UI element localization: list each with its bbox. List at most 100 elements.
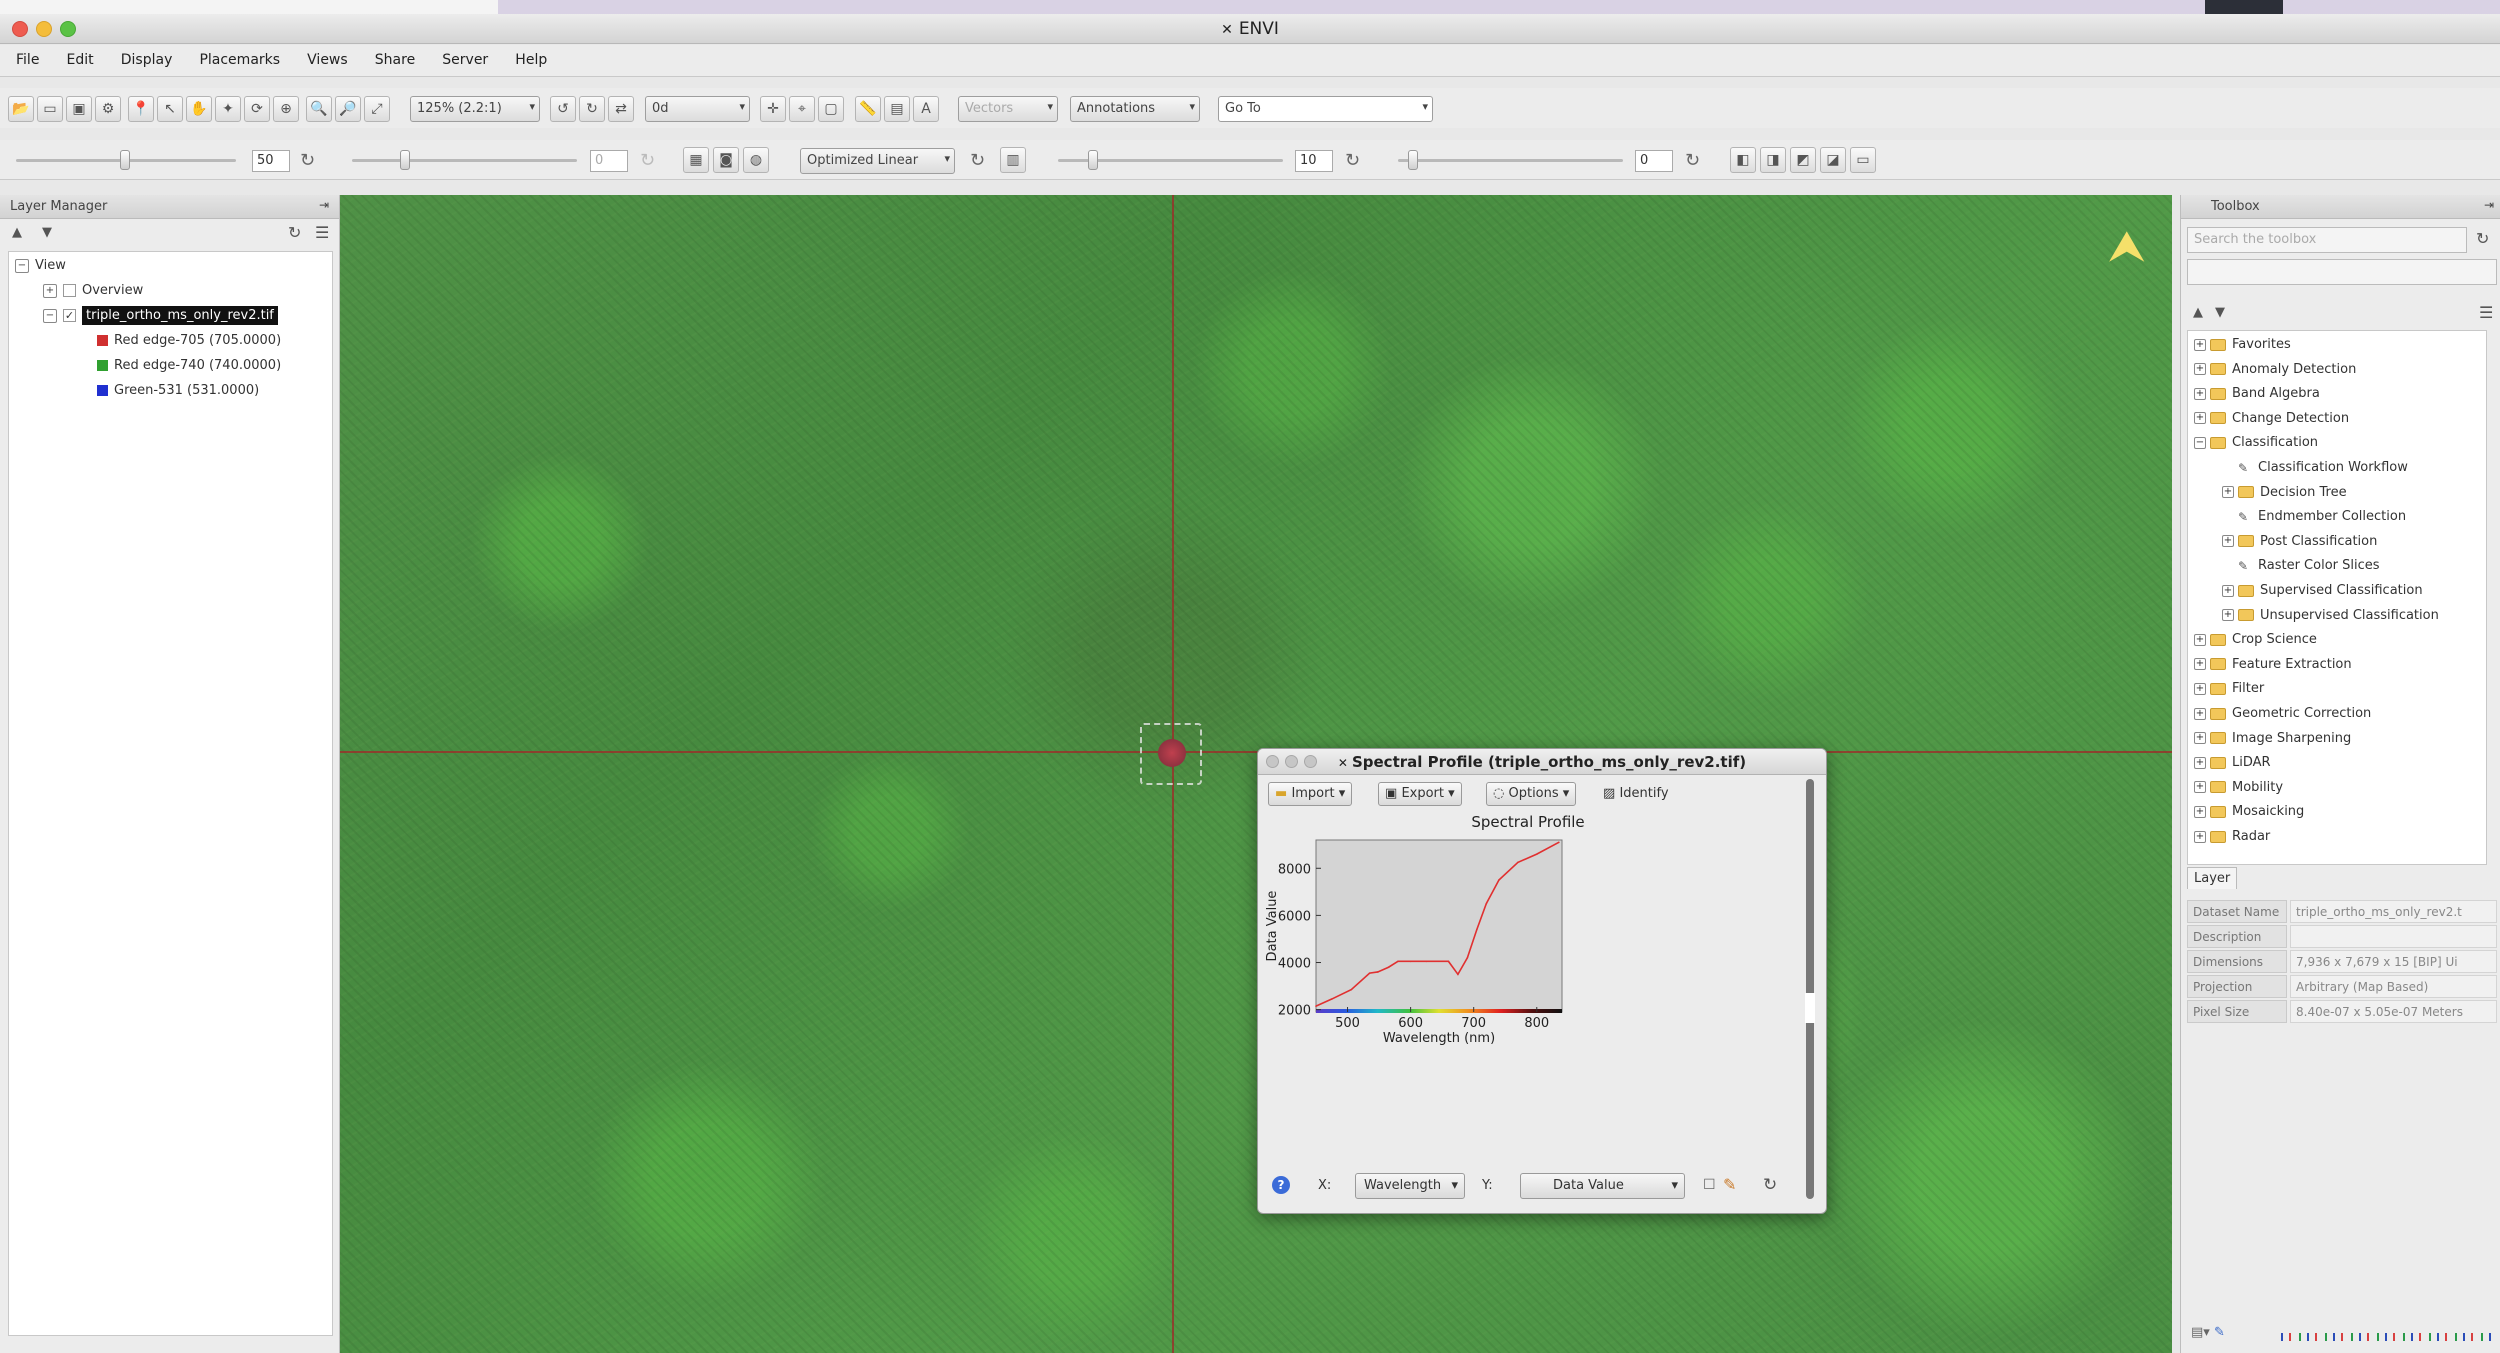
menu-placemarks[interactable]: Placemarks — [199, 45, 280, 68]
collapse-icon[interactable]: − — [15, 258, 29, 273]
toolbox-item[interactable]: + Decision Tree — [2222, 485, 2347, 507]
cursor-value-icon[interactable]: ⌖ — [789, 96, 815, 122]
property-value[interactable]: Arbitrary (Map Based) — [2290, 975, 2497, 998]
expand-icon[interactable]: + — [2194, 830, 2206, 843]
collapse-icon[interactable]: − — [2194, 436, 2206, 449]
new-layer-icon[interactable]: ▭ — [37, 96, 63, 122]
toolbox-item[interactable]: + Anomaly Detection — [2194, 362, 2356, 384]
menu-edit[interactable]: Edit — [67, 45, 94, 68]
spectral-chart[interactable]: 500 600 700 800 2000 4000 6000 8000 Wavelength (… — [1258, 829, 1803, 1169]
zoom-fixed-icon[interactable]: ⊕ — [273, 96, 299, 122]
display-tool-icon-3[interactable]: ◩ — [1790, 147, 1816, 173]
image-view[interactable]: ⮝ ✕ Spectral Profile (triple_ortho_ms_onl… — [340, 195, 2172, 1353]
stretch-reset-icon[interactable]: ↻ — [970, 150, 985, 171]
checkbox[interactable] — [63, 284, 76, 297]
plot-area[interactable] — [1315, 839, 1563, 1013]
rotation-combo[interactable]: 0d ▾ — [645, 96, 750, 122]
goto-input[interactable]: Go To ▾ — [1218, 96, 1433, 122]
expand-icon[interactable]: + — [2222, 584, 2234, 597]
menu-file[interactable]: File — [16, 45, 39, 68]
sharpen-value[interactable]: 10 — [1295, 150, 1333, 172]
toolbox-item[interactable]: + Mobility — [2194, 780, 2283, 802]
tool-icon[interactable]: ✎ — [2214, 1325, 2225, 1340]
toolbox-item[interactable]: + Favorites — [2194, 337, 2291, 359]
y-axis-combo[interactable]: Data Value ▾ — [1520, 1173, 1685, 1199]
toolbox-item[interactable]: + Feature Extraction — [2194, 657, 2352, 679]
toolbox-item[interactable]: + Post Classification — [2222, 534, 2377, 556]
toolbox-item[interactable]: ✎ Classification Workflow — [2222, 460, 2408, 482]
expand-icon[interactable]: + — [2222, 609, 2234, 622]
toolbox-refresh-icon[interactable]: ↻ — [2476, 229, 2489, 248]
histogram-icon[interactable]: ▥ — [1000, 147, 1026, 173]
layer-refresh-icon[interactable]: ↻ — [288, 223, 301, 242]
toolbox-filter-input[interactable] — [2187, 259, 2497, 285]
annotations-combo[interactable]: Annotations ▾ — [1070, 96, 1200, 122]
transparency-slider[interactable] — [400, 150, 410, 170]
collapse-icon[interactable]: − — [43, 308, 57, 323]
property-value[interactable]: 7,936 x 7,679 x 15 [BIP] Ui — [2290, 950, 2497, 973]
brightness-value[interactable]: 50 — [252, 150, 290, 172]
settings-icon[interactable]: ⚙ — [95, 96, 121, 122]
identify-button[interactable]: ▨ Identify — [1596, 782, 1676, 806]
vectors-combo[interactable]: Vectors ▾ — [958, 96, 1058, 122]
menu-views[interactable]: Views — [307, 45, 348, 68]
toolbox-down-icon[interactable]: ▼ — [2215, 305, 2225, 320]
expand-icon[interactable]: + — [2194, 387, 2206, 400]
stretch-icon-1[interactable]: ▦ — [683, 147, 709, 173]
tree-item-view[interactable]: − View — [15, 258, 66, 280]
layer-up-icon[interactable]: ▲ — [12, 225, 22, 240]
expand-icon[interactable]: + — [2194, 363, 2206, 376]
x-axis-combo[interactable]: Wavelength ▾ — [1355, 1173, 1465, 1199]
stretch-icon-3[interactable]: ◍ — [743, 147, 769, 173]
expand-icon[interactable]: + — [2194, 338, 2206, 351]
zoom-combo[interactable]: 125% (2.2:1) ▾ — [410, 96, 540, 122]
select-icon[interactable]: ↖ — [157, 96, 183, 122]
refresh-icon[interactable]: ↻ — [1763, 1175, 1777, 1195]
rotate-icon[interactable]: ⟳ — [244, 96, 270, 122]
sharpen-slider[interactable] — [1088, 150, 1098, 170]
dialog-scrollbar[interactable] — [1806, 779, 1814, 1199]
display-tool-icon-1[interactable]: ◧ — [1730, 147, 1756, 173]
layer-down-icon[interactable]: ▼ — [42, 225, 52, 240]
help-icon[interactable]: ? — [1272, 1176, 1290, 1194]
rotate-right-icon[interactable]: ↻ — [579, 96, 605, 122]
toolbox-item[interactable]: + Crop Science — [2194, 632, 2317, 654]
scrollbar-arrow[interactable] — [1805, 993, 1815, 1023]
save-icon[interactable]: ▣ — [66, 96, 92, 122]
menu-help[interactable]: Help — [515, 45, 547, 68]
contrast-reset-icon[interactable]: ↻ — [1685, 150, 1700, 171]
brightness-slider[interactable] — [120, 150, 130, 170]
display-tool-icon-5[interactable]: ▭ — [1850, 147, 1876, 173]
fly-icon[interactable]: ✦ — [215, 96, 241, 122]
sharpen-reset-icon[interactable]: ↻ — [1345, 150, 1360, 171]
expand-icon[interactable]: + — [2194, 781, 2206, 794]
expand-icon[interactable]: + — [2222, 486, 2234, 499]
tree-item-band-red[interactable]: Red edge-705 (705.0000) — [97, 333, 281, 355]
rotate-left-icon[interactable]: ↺ — [550, 96, 576, 122]
measure-icon[interactable]: 📏 — [855, 96, 881, 122]
pan-icon[interactable]: ✋ — [186, 96, 212, 122]
toolbox-up-icon[interactable]: ▲ — [2193, 305, 2203, 320]
toolbox-item[interactable]: + Mosaicking — [2194, 804, 2304, 826]
dialog-close-button[interactable] — [1266, 755, 1279, 768]
panel-undock-icon[interactable]: ⇥ — [319, 198, 329, 212]
expand-icon[interactable]: + — [2194, 805, 2206, 818]
chip-icon[interactable]: ▤ — [884, 96, 910, 122]
menu-display[interactable]: Display — [121, 45, 173, 68]
checkbox-checked[interactable]: ✓ — [63, 309, 76, 322]
menu-server[interactable]: Server — [442, 45, 488, 68]
expand-icon[interactable]: + — [2194, 633, 2206, 646]
expand-icon[interactable]: + — [2194, 412, 2206, 425]
tree-item-band-green[interactable]: Red edge-740 (740.0000) — [97, 358, 281, 380]
property-value[interactable]: triple_ortho_ms_only_rev2.t — [2290, 900, 2497, 923]
tree-item-band-blue[interactable]: Green-531 (531.0000) — [97, 383, 259, 405]
zoom-in-icon[interactable]: 🔍 — [306, 96, 332, 122]
dialog-minimize-button[interactable] — [1285, 755, 1298, 768]
toolbox-item[interactable]: + Image Sharpening — [2194, 731, 2351, 753]
panel-undock-icon[interactable]: ⇥ — [2484, 198, 2494, 212]
export-button[interactable]: ▣ Export ▾ — [1378, 782, 1462, 806]
dialog-maximize-button[interactable] — [1304, 755, 1317, 768]
expand-icon[interactable]: + — [2194, 732, 2206, 745]
layer-menu-icon[interactable]: ☰ — [315, 223, 329, 242]
expand-icon[interactable]: + — [2194, 707, 2206, 720]
